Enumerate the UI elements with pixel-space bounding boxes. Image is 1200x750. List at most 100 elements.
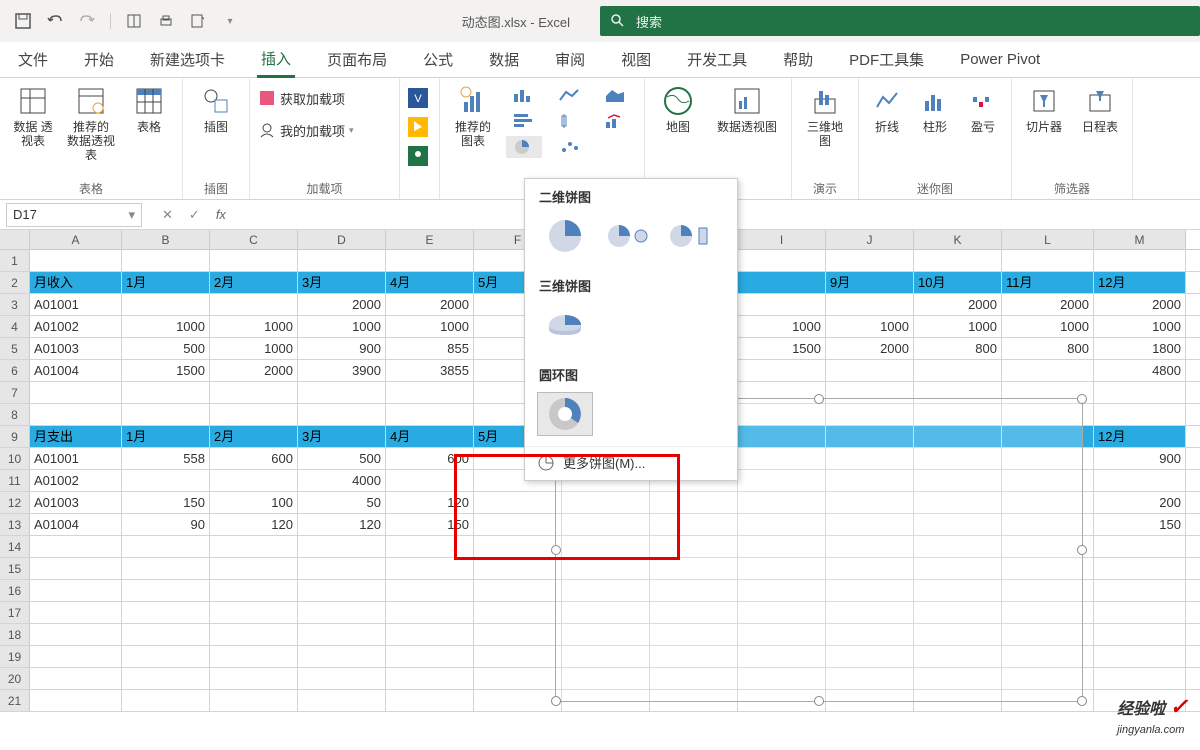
sparkline-line-button[interactable]: 折线	[867, 84, 907, 134]
cell[interactable]	[122, 602, 210, 623]
cell[interactable]	[210, 470, 298, 491]
resize-handle[interactable]	[551, 696, 561, 706]
more-pie-charts-button[interactable]: 更多饼图(M)...	[525, 446, 737, 478]
chevron-down-icon[interactable]: ▾	[128, 207, 135, 223]
cell[interactable]	[30, 580, 122, 601]
cell[interactable]	[298, 250, 386, 271]
print-icon[interactable]	[157, 12, 175, 30]
cell[interactable]	[30, 404, 122, 425]
cell[interactable]	[386, 250, 474, 271]
cell[interactable]: 1月	[122, 272, 210, 293]
cell[interactable]	[1094, 382, 1186, 403]
tab-插入[interactable]: 插入	[257, 42, 295, 78]
cell[interactable]: 900	[298, 338, 386, 359]
visio-icon[interactable]: V	[408, 88, 428, 111]
cell[interactable]	[386, 404, 474, 425]
cell[interactable]: 2000	[914, 294, 1002, 315]
cell[interactable]	[474, 690, 562, 711]
resize-handle[interactable]	[1077, 545, 1087, 555]
cell[interactable]	[122, 580, 210, 601]
accept-formula-icon[interactable]: ✓	[189, 207, 200, 223]
sparkline-column-button[interactable]: 柱形	[915, 84, 955, 134]
cell[interactable]	[30, 690, 122, 711]
cell[interactable]	[1094, 602, 1186, 623]
tab-新建选项卡[interactable]: 新建选项卡	[146, 43, 229, 76]
cell[interactable]	[30, 558, 122, 579]
line-chart-icon[interactable]	[552, 84, 588, 106]
cell[interactable]	[1094, 250, 1186, 271]
row-header[interactable]: 17	[0, 602, 30, 623]
cell[interactable]	[1094, 470, 1186, 491]
cell[interactable]	[914, 250, 1002, 271]
cell[interactable]: A01002	[30, 470, 122, 491]
cell[interactable]	[122, 558, 210, 579]
tab-视图[interactable]: 视图	[617, 43, 655, 76]
cell[interactable]	[826, 360, 914, 381]
pie-2d-option[interactable]	[537, 214, 593, 258]
cell[interactable]	[386, 602, 474, 623]
cell[interactable]: 1000	[298, 316, 386, 337]
doughnut-option[interactable]	[537, 392, 593, 436]
cell[interactable]: 500	[122, 338, 210, 359]
select-all-corner[interactable]	[0, 230, 30, 249]
cell[interactable]	[386, 470, 474, 491]
cell[interactable]	[386, 580, 474, 601]
cell[interactable]	[298, 536, 386, 557]
column-header[interactable]: E	[386, 230, 474, 249]
cell[interactable]	[210, 646, 298, 667]
cell[interactable]: 4800	[1094, 360, 1186, 381]
row-header[interactable]: 21	[0, 690, 30, 711]
cell[interactable]: 150	[1094, 514, 1186, 535]
tab-PDF工具集[interactable]: PDF工具集	[845, 43, 928, 76]
fx-icon[interactable]: fx	[216, 207, 226, 223]
cell[interactable]	[30, 536, 122, 557]
column-header[interactable]: D	[298, 230, 386, 249]
cell[interactable]: 2000	[1002, 294, 1094, 315]
cell[interactable]: 1500	[738, 338, 826, 359]
cell[interactable]: 4000	[298, 470, 386, 491]
cell[interactable]	[122, 624, 210, 645]
cell[interactable]: 12月	[1094, 272, 1186, 293]
row-header[interactable]: 16	[0, 580, 30, 601]
cell[interactable]: 150	[386, 514, 474, 535]
recommended-pivot-button[interactable]: 推荐的 数据透视表	[66, 84, 116, 162]
tab-开始[interactable]: 开始	[80, 43, 118, 76]
pie-3d-option[interactable]	[537, 303, 593, 347]
cell[interactable]	[30, 624, 122, 645]
column-header[interactable]: B	[122, 230, 210, 249]
cell[interactable]: 200	[1094, 492, 1186, 513]
column-header[interactable]: C	[210, 230, 298, 249]
cell[interactable]: 2月	[210, 426, 298, 447]
cell[interactable]	[210, 668, 298, 689]
cell[interactable]	[1094, 558, 1186, 579]
area-chart-icon[interactable]	[598, 84, 634, 106]
cell[interactable]	[1002, 360, 1094, 381]
cell[interactable]: A01004	[30, 514, 122, 535]
maps-button[interactable]: 地图	[653, 84, 703, 134]
cell[interactable]	[298, 580, 386, 601]
cell[interactable]	[122, 382, 210, 403]
tab-审阅[interactable]: 审阅	[551, 43, 589, 76]
slicer-button[interactable]: 切片器	[1020, 84, 1068, 134]
cell[interactable]	[826, 250, 914, 271]
bing-icon[interactable]	[408, 117, 428, 140]
cell[interactable]	[1094, 668, 1186, 689]
cell[interactable]	[474, 602, 562, 623]
cell[interactable]	[386, 646, 474, 667]
cell[interactable]	[474, 536, 562, 557]
cell[interactable]: 1500	[122, 360, 210, 381]
cell[interactable]	[386, 668, 474, 689]
row-header[interactable]: 10	[0, 448, 30, 469]
cell[interactable]: 4月	[386, 426, 474, 447]
cell[interactable]	[210, 602, 298, 623]
bar-of-pie-option[interactable]	[661, 214, 717, 258]
cell[interactable]: A01004	[30, 360, 122, 381]
row-header[interactable]: 4	[0, 316, 30, 337]
get-addins-button[interactable]: 获取加载项	[258, 84, 345, 112]
cell[interactable]	[298, 668, 386, 689]
cell[interactable]	[122, 404, 210, 425]
cell[interactable]	[298, 558, 386, 579]
row-header[interactable]: 20	[0, 668, 30, 689]
resize-handle[interactable]	[551, 545, 561, 555]
cell[interactable]: 50	[298, 492, 386, 513]
